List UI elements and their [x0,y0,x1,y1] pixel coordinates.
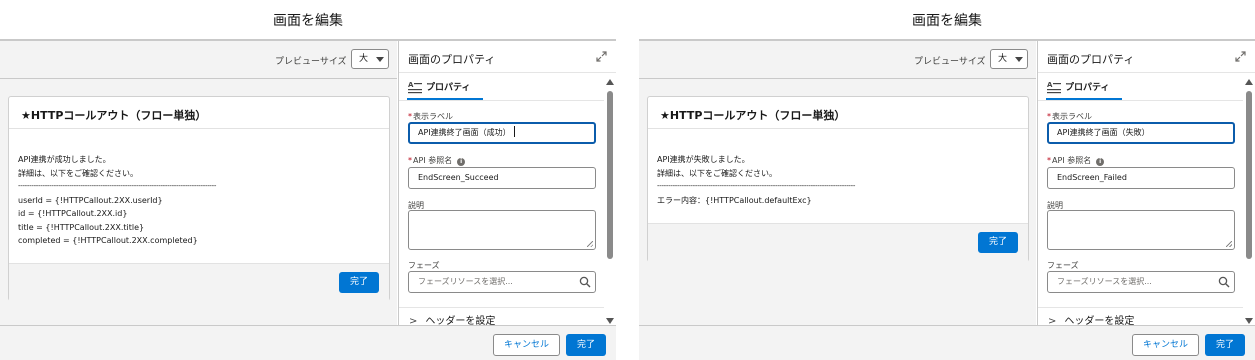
scroll-down-icon[interactable] [1245,318,1253,324]
display-label-input[interactable]: API連携終了画面（成功） [408,122,596,144]
description-textarea[interactable] [408,210,596,250]
api-name-input[interactable]: EndScreen_Succeed [408,167,596,189]
divider [0,78,397,79]
preview-size-select[interactable]: 大 [990,49,1028,69]
divider [639,78,1036,79]
screen-preview-card[interactable]: ★HTTPコールアウト（フロー単独） API連携が成功しました。 詳細は、以下を… [8,96,390,301]
phase-search-input[interactable]: フェーズリソースを選択... [408,271,596,293]
expand-icon[interactable] [1235,51,1246,62]
text-cursor [513,126,515,137]
divider [9,128,389,129]
modal-title: 画面を編集 [912,13,982,29]
modal-title: 画面を編集 [273,13,343,29]
properties-title: 画面のプロパティ [408,53,496,66]
properties-title: 画面のプロパティ [1047,53,1135,66]
card-done-button[interactable]: 完了 [339,272,379,293]
divider [1038,307,1243,308]
divider [1038,100,1243,101]
screen-properties-panel: 画面のプロパティ A プロパティ *表示ラベル API連携終了画面（成功） *A… [398,41,616,327]
svg-text:A: A [408,81,414,89]
properties-scrollbar[interactable] [606,77,614,325]
properties-scrollbar[interactable] [1245,77,1253,325]
resize-grip-icon[interactable] [587,241,593,247]
body-line: API連携が失敗しました。 [657,155,750,164]
display-text-component[interactable]: API連携が成功しました。 詳細は、以下をご確認ください。 ----------… [18,153,216,248]
required-marker: * [1047,112,1051,121]
card-footer [9,263,389,301]
info-icon[interactable]: i [457,158,466,166]
scroll-up-icon[interactable] [606,79,614,85]
scroll-down-icon[interactable] [606,318,614,324]
required-marker: * [408,112,412,121]
edit-screen-modal-success: 画面を編集 プレビューサイズ 大 ★HTTPコールアウト（フロー単独） API連… [0,0,616,360]
display-text-component[interactable]: API連携が失敗しました。 詳細は、以下をご確認ください。 ----------… [657,153,855,207]
modal-footer: キャンセル 完了 [0,325,616,360]
display-label-label: *表示ラベル [408,112,453,121]
phase-search-input[interactable]: フェーズリソースを選択... [1047,271,1235,293]
divider [399,307,604,308]
screen-properties-panel: 画面のプロパティ A プロパティ *表示ラベル API連携終了画面（失敗） *A… [1037,41,1255,327]
scroll-thumb[interactable] [1246,91,1252,259]
card-footer [648,223,1028,262]
body-line: エラー内容：{!HTTPCallout.defaultExc} [657,195,812,205]
done-button[interactable]: 完了 [1205,334,1245,356]
description-textarea[interactable] [1047,210,1235,250]
info-icon[interactable]: i [1096,158,1105,166]
card-title: ★HTTPコールアウト（フロー単独） [660,109,846,122]
edit-screen-modal-failed: 画面を編集 プレビューサイズ 大 ★HTTPコールアウト（フロー単独） API連… [639,0,1255,360]
done-button[interactable]: 完了 [566,334,606,356]
body-line: completed = {!HTTPCallout.2XX.completed} [18,236,198,245]
phase-label: フェーズ [1047,261,1079,270]
search-icon [1218,276,1230,288]
search-icon [579,276,591,288]
body-line: ----------------------------------------… [657,182,856,190]
cancel-button[interactable]: キャンセル [1132,334,1199,356]
body-line: title = {!HTTPCallout.2XX.title} [18,222,145,232]
card-done-button[interactable]: 完了 [978,232,1018,253]
body-line: id = {!HTTPCallout.2XX.id} [18,209,128,218]
divider [648,128,1028,129]
body-line: 詳細は、以下をご確認ください。 [18,168,138,178]
expand-icon[interactable] [596,51,607,62]
preview-size-value: 大 [359,54,369,64]
preview-size-label: プレビューサイズ [914,57,986,67]
scroll-thumb[interactable] [607,91,613,259]
body-line: API連携が成功しました。 [18,155,111,164]
properties-header: 画面のプロパティ [399,41,616,73]
required-marker: * [408,156,412,165]
card-title: ★HTTPコールアウト（フロー単独） [21,109,207,122]
chevron-down-icon [1015,57,1023,62]
phase-label: フェーズ [408,261,440,270]
divider [399,100,604,101]
svg-text:A: A [1047,81,1053,89]
preview-size-select[interactable]: 大 [351,49,389,69]
chevron-down-icon [376,57,384,62]
properties-header: 画面のプロパティ [1038,41,1255,73]
body-line: 詳細は、以下をご確認ください。 [657,168,777,178]
text-label-icon: A [408,81,422,94]
display-label-label: *表示ラベル [1047,112,1092,121]
text-label-icon: A [1047,81,1061,94]
tab-label: プロパティ [1065,83,1110,93]
screen-preview-card[interactable]: ★HTTPコールアウト（フロー単独） API連携が失敗しました。 詳細は、以下を… [647,96,1029,262]
display-label-input[interactable]: API連携終了画面（失敗） [1047,122,1235,144]
modal-footer: キャンセル 完了 [639,325,1255,360]
preview-size-label: プレビューサイズ [275,57,347,67]
api-name-label: *API 参照名 i [1047,155,1105,166]
scroll-up-icon[interactable] [1245,79,1253,85]
resize-grip-icon[interactable] [1226,241,1232,247]
cancel-button[interactable]: キャンセル [493,334,560,356]
body-line: userId = {!HTTPCallout.2XX.userId} [18,195,163,205]
body-line: ----------------------------------------… [18,182,217,190]
preview-size-value: 大 [998,54,1008,64]
panel-gap [616,0,639,360]
tab-label: プロパティ [426,83,471,93]
api-name-input[interactable]: EndScreen_Failed [1047,167,1235,189]
required-marker: * [1047,156,1051,165]
api-name-label: *API 参照名 i [408,155,466,166]
